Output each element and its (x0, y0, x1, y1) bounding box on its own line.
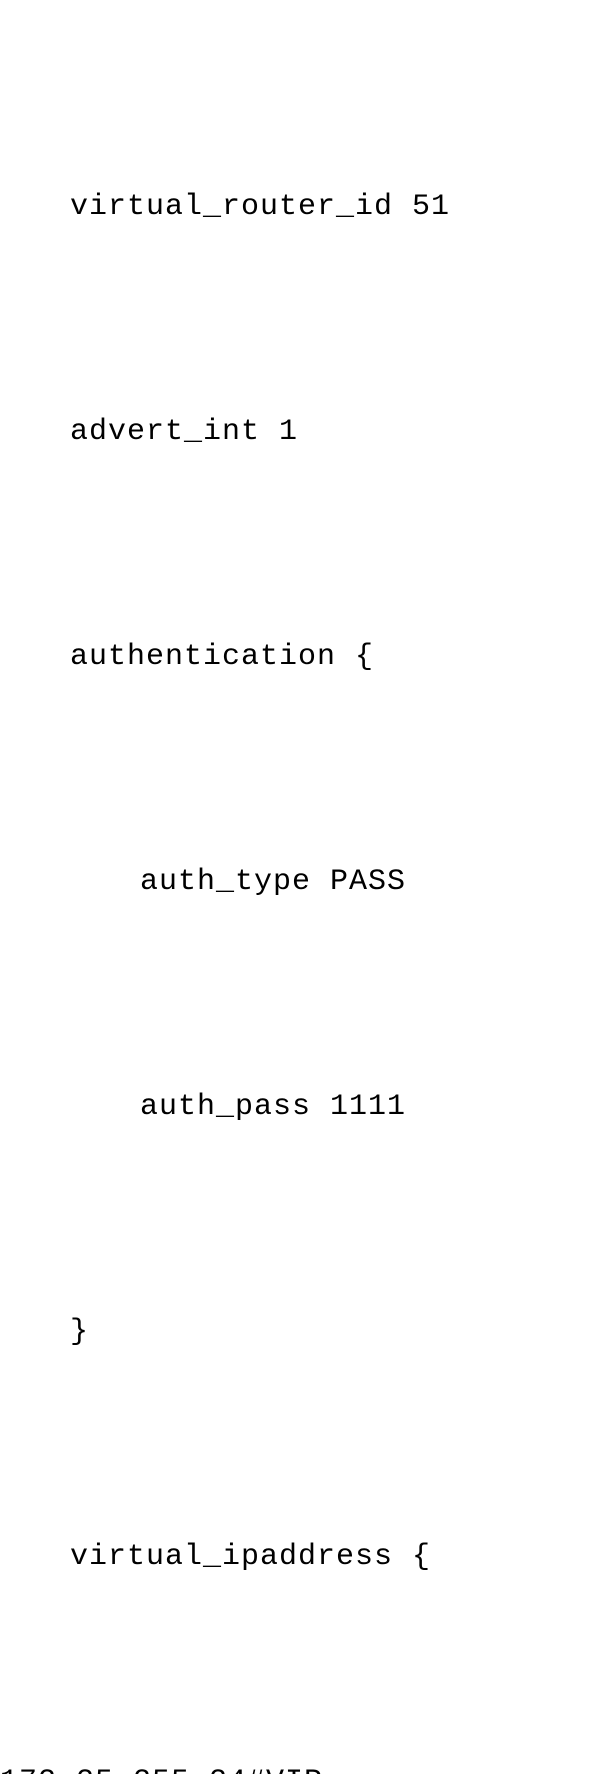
code-line: authentication { (0, 620, 609, 695)
code-line: virtual_router_id 51 (0, 170, 609, 245)
code-line: auth_type PASS (0, 845, 609, 920)
code-line: } (0, 1295, 609, 1370)
code-line: advert_int 1 (0, 395, 609, 470)
code-line: 172.25.255.24#VIP (0, 1745, 609, 1774)
code-block: virtual_router_id 51 advert_int 1 authen… (0, 20, 609, 1774)
code-line: virtual_ipaddress { (0, 1520, 609, 1595)
code-line: auth_pass 1111 (0, 1070, 609, 1145)
